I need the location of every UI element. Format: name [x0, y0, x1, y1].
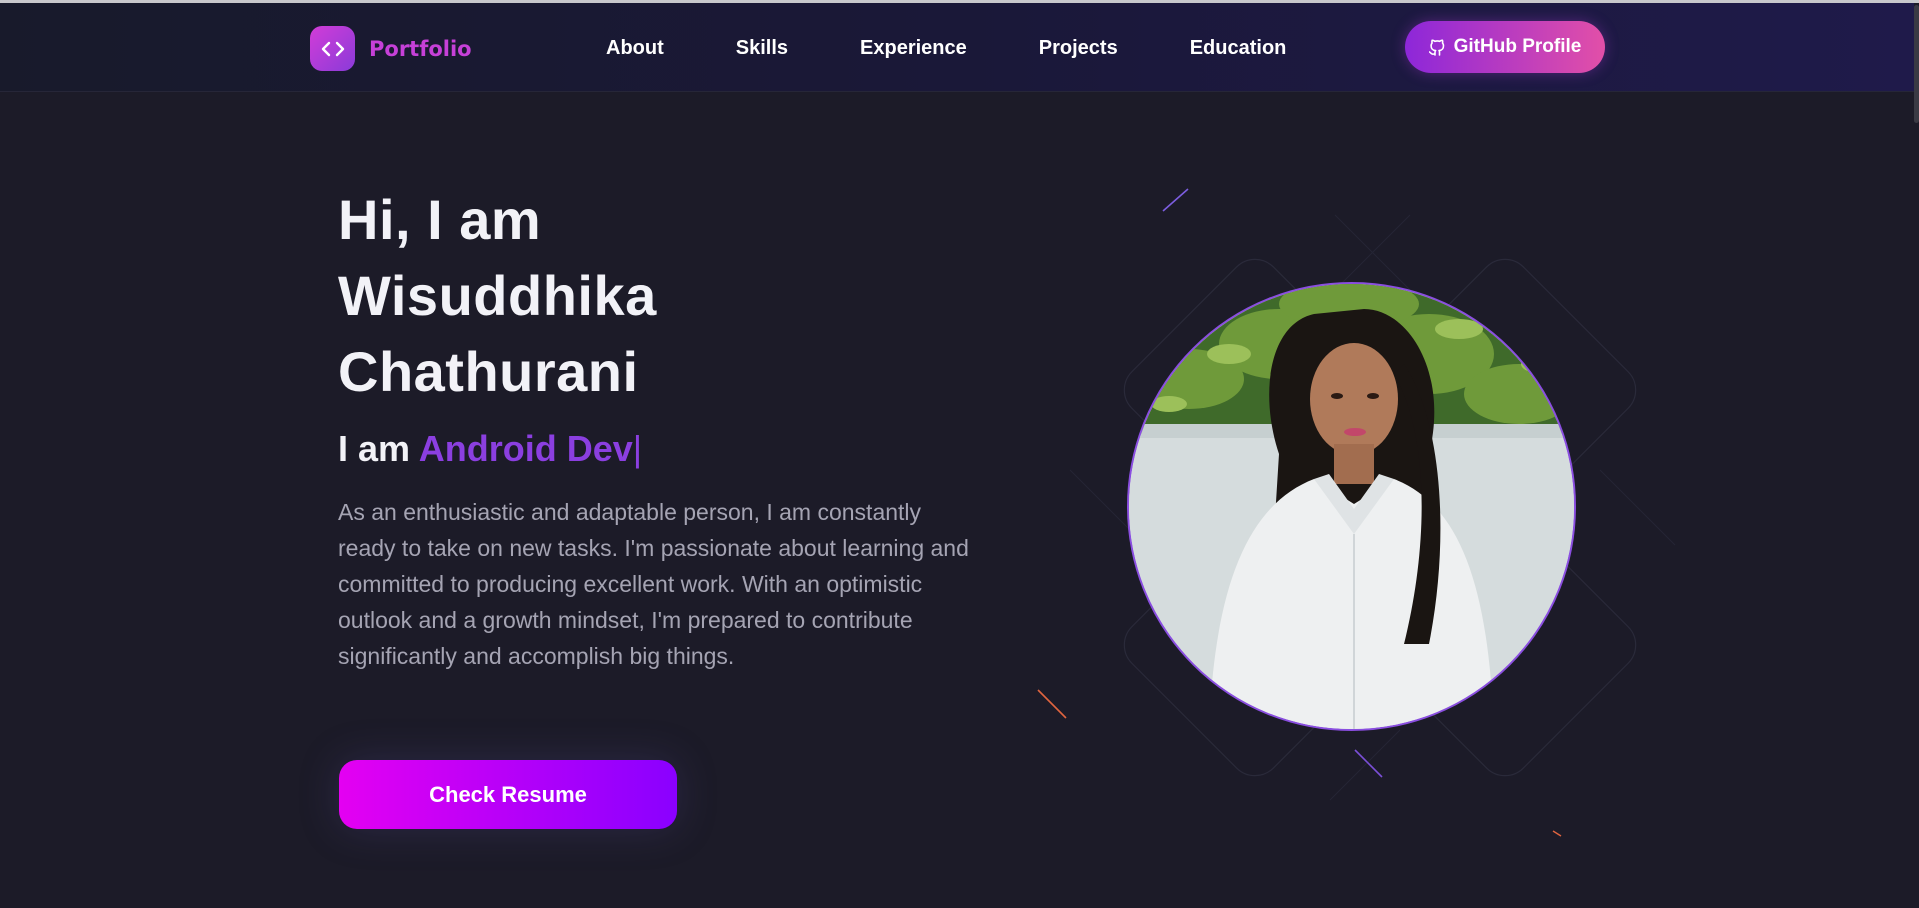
brand-label: Portfolio [369, 36, 472, 61]
code-icon-glyph [321, 41, 344, 56]
nav-link-about[interactable]: About [606, 37, 664, 60]
github-profile-label: GitHub Profile [1453, 36, 1582, 57]
navbar: Portfolio About Skills Experience Projec… [0, 3, 1914, 92]
hero-title-line3: Chathurani [338, 340, 639, 403]
profile-photo [1127, 282, 1576, 731]
github-icon [1428, 38, 1445, 56]
nav-link-experience[interactable]: Experience [860, 37, 967, 60]
hero-title: Hi, I am Wisuddhika Chathurani [338, 182, 858, 410]
brand-logo[interactable]: Portfolio [310, 26, 472, 71]
hero-subtitle: I am Android Dev| [338, 428, 642, 470]
nav-link-education[interactable]: Education [1190, 37, 1287, 60]
scrollbar-track[interactable] [1914, 3, 1919, 908]
decorative-lines [1037, 188, 1676, 837]
code-icon [310, 26, 355, 71]
nav-links: About Skills Experience Projects Educati… [606, 37, 1358, 60]
hero-subtitle-prefix: I am [338, 428, 411, 469]
hero-title-line2: Wisuddhika [338, 264, 657, 327]
hero-title-line1: Hi, I am [338, 188, 542, 251]
hero-description: As an enthusiastic and adaptable person,… [338, 499, 969, 669]
check-resume-button[interactable]: Check Resume [339, 760, 677, 829]
nav-link-skills[interactable]: Skills [736, 37, 788, 60]
scrollbar-thumb[interactable] [1914, 5, 1919, 123]
github-profile-button[interactable]: GitHub Profile [1405, 21, 1605, 73]
profile-photo-illustration [1129, 284, 1574, 729]
hero-role-typewriter: Android Dev [418, 428, 633, 469]
typing-caret: | [632, 428, 643, 469]
nav-link-projects[interactable]: Projects [1039, 37, 1118, 60]
